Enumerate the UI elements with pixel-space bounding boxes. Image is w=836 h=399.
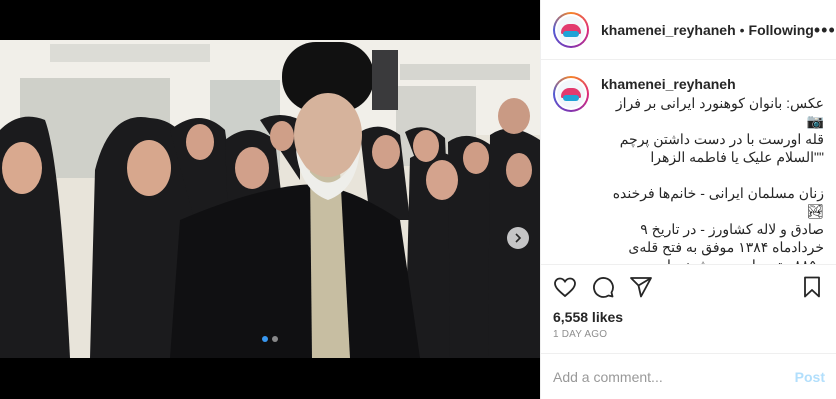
carousel-dot-active: [262, 336, 268, 342]
comment-bar: Post: [541, 353, 836, 399]
post-side-panel: khamenei_reyhaneh • Following ••• khamen…: [540, 0, 836, 399]
comment-input[interactable]: [553, 368, 795, 385]
bookmark-icon[interactable]: [800, 275, 824, 299]
post-timestamp[interactable]: 1 DAY AGO: [541, 325, 836, 340]
more-options-icon[interactable]: •••: [814, 21, 836, 39]
post-photo[interactable]: [0, 40, 540, 358]
action-bar: [541, 265, 836, 309]
separator-dot: •: [739, 21, 745, 38]
media-area: [0, 0, 540, 399]
share-icon[interactable]: [629, 275, 653, 299]
header-username[interactable]: khamenei_reyhaneh: [601, 22, 736, 38]
caption-content: khamenei_reyhaneh عکس: بانوان کوهنورد ای…: [601, 76, 824, 264]
carousel-indicator: [0, 336, 540, 342]
caption-avatar[interactable]: [553, 76, 589, 112]
caption-section: khamenei_reyhaneh عکس: بانوان کوهنورد ای…: [541, 60, 836, 265]
instagram-post-modal: khamenei_reyhaneh • Following ••• khamen…: [0, 0, 836, 399]
caption-text: عکس: بانوان کوهنورد ایرانی بر فراز📷 قله …: [612, 95, 824, 265]
like-count[interactable]: 6,558 likes: [541, 309, 836, 325]
photo-illustration: [0, 40, 540, 358]
post-header: khamenei_reyhaneh • Following •••: [541, 0, 836, 60]
next-slide-button[interactable]: [507, 227, 529, 249]
comment-icon[interactable]: [591, 275, 615, 299]
profile-image: [557, 80, 585, 108]
profile-image: [557, 15, 585, 44]
following-button[interactable]: Following: [749, 22, 814, 38]
carousel-dot: [272, 336, 278, 342]
heart-icon[interactable]: [553, 275, 577, 299]
chevron-right-icon: [515, 233, 522, 243]
caption-username[interactable]: khamenei_reyhaneh: [601, 76, 824, 92]
avatar[interactable]: [553, 11, 589, 48]
post-button[interactable]: Post: [795, 369, 825, 385]
